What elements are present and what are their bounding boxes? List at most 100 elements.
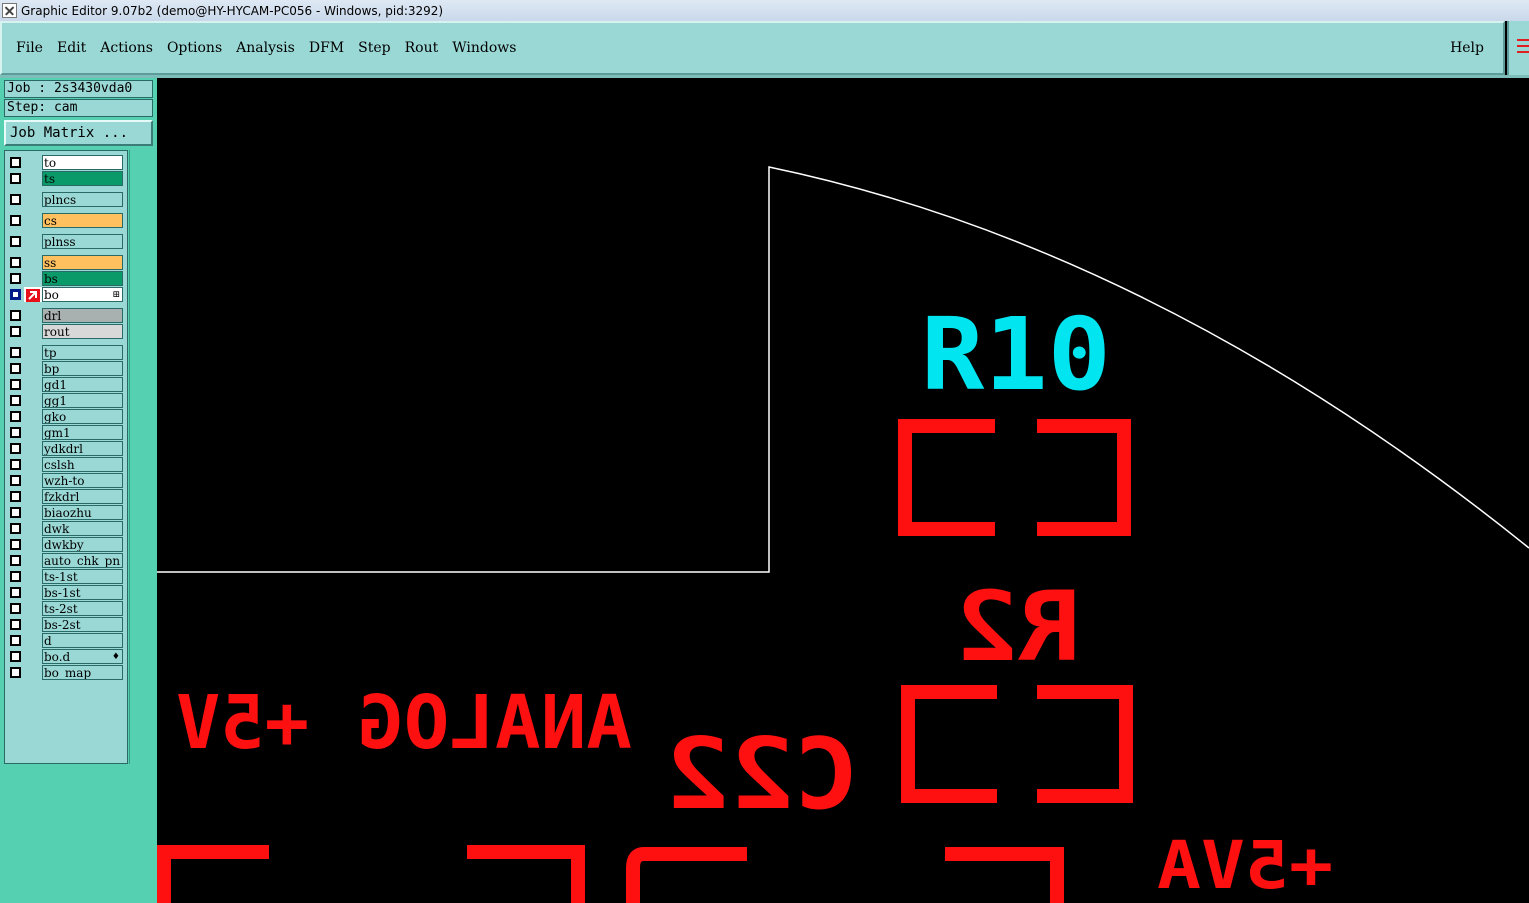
layer-name[interactable]: ts-1st — [42, 569, 123, 584]
layer-row-auto-chk-pn[interactable]: auto_chk_pn — [5, 553, 129, 568]
layer-mark[interactable] — [24, 505, 42, 520]
layer-name[interactable]: bo ⊞ — [42, 287, 123, 302]
layer-mark[interactable] — [24, 633, 42, 648]
layer-mark[interactable] — [24, 617, 42, 632]
layer-checkbox[interactable] — [10, 427, 21, 438]
layer-name[interactable]: bs-2st — [42, 617, 123, 632]
layer-mark[interactable] — [24, 308, 42, 323]
layer-mark[interactable] — [24, 665, 42, 680]
layer-name[interactable]: bp — [42, 361, 123, 376]
layer-checkbox[interactable] — [10, 257, 21, 268]
toolbar-toggle-icon[interactable] — [1507, 21, 1529, 75]
layer-row-ts[interactable]: ts — [5, 171, 129, 186]
layer-checkbox[interactable] — [10, 310, 21, 321]
layer-checkbox[interactable] — [10, 347, 21, 358]
layer-row-ts-1st[interactable]: ts-1st — [5, 569, 129, 584]
layer-row-gko[interactable]: gko — [5, 409, 129, 424]
layer-name[interactable]: gm1 — [42, 425, 123, 440]
layer-checkbox[interactable] — [10, 443, 21, 454]
layer-checkbox[interactable] — [10, 539, 21, 550]
layer-name[interactable]: drl — [42, 308, 123, 323]
layer-checkbox[interactable] — [10, 603, 21, 614]
layer-row-d[interactable]: d — [5, 633, 129, 648]
layer-row-bs[interactable]: bs — [5, 271, 129, 286]
layer-row-biaozhu[interactable]: biaozhu — [5, 505, 129, 520]
menu-windows[interactable]: Windows — [445, 40, 523, 56]
menu-rout[interactable]: Rout — [398, 40, 446, 56]
layer-checkbox[interactable] — [10, 215, 21, 226]
layer-row-gd1[interactable]: gd1 — [5, 377, 129, 392]
layer-mark[interactable] — [24, 255, 42, 270]
layer-name[interactable]: bo_map — [42, 665, 123, 680]
menu-edit[interactable]: Edit — [50, 40, 93, 56]
layer-checkbox[interactable] — [10, 459, 21, 470]
menu-step[interactable]: Step — [351, 40, 397, 56]
layer-row-gg1[interactable]: gg1 — [5, 393, 129, 408]
layer-mark[interactable] — [24, 271, 42, 286]
layer-row-wzh-to[interactable]: wzh-to — [5, 473, 129, 488]
layer-checkbox[interactable] — [10, 379, 21, 390]
pcb-view[interactable]: R10 R2 +5V ANALOG C22 +5VA — [157, 78, 1529, 903]
layer-row-plnss[interactable]: plnss — [5, 234, 129, 249]
layer-mark[interactable] — [24, 425, 42, 440]
layer-row-ydkdrl[interactable]: ydkdrl — [5, 441, 129, 456]
layer-mark[interactable] — [24, 537, 42, 552]
layer-checkbox[interactable] — [10, 571, 21, 582]
layer-name[interactable]: tp — [42, 345, 123, 360]
menu-file[interactable]: File — [2, 40, 50, 56]
layer-name[interactable]: ts-2st — [42, 601, 123, 616]
layer-list-scrollbar[interactable] — [129, 150, 153, 764]
graphic-canvas[interactable]: R10 R2 +5V ANALOG C22 +5VA — [157, 78, 1529, 903]
layer-checkbox[interactable] — [10, 491, 21, 502]
menu-dfm[interactable]: DFM — [302, 40, 351, 56]
layer-checkbox[interactable] — [10, 273, 21, 284]
layer-checkbox[interactable] — [10, 326, 21, 337]
layer-checkbox[interactable] — [10, 523, 21, 534]
layer-mark[interactable] — [24, 649, 42, 664]
layer-mark[interactable] — [24, 601, 42, 616]
menu-options[interactable]: Options — [160, 40, 229, 56]
menu-help[interactable]: Help — [1443, 40, 1491, 56]
layer-row-drl[interactable]: drl — [5, 308, 129, 323]
layer-mark[interactable] — [24, 457, 42, 472]
layer-row-ts-2st[interactable]: ts-2st — [5, 601, 129, 616]
layer-checkbox[interactable] — [10, 587, 21, 598]
layer-name[interactable]: rout — [42, 324, 123, 339]
layer-name[interactable]: dwk — [42, 521, 123, 536]
layer-name[interactable]: wzh-to — [42, 473, 123, 488]
layer-mark[interactable] — [24, 553, 42, 568]
layer-row-plncs[interactable]: plncs — [5, 192, 129, 207]
layer-name[interactable]: ss — [42, 255, 123, 270]
layer-checkbox[interactable] — [10, 236, 21, 247]
layer-name[interactable]: plnss — [42, 234, 123, 249]
layer-mark[interactable] — [24, 441, 42, 456]
work-layer-arrow-icon[interactable] — [24, 287, 42, 302]
layer-checkbox[interactable] — [10, 475, 21, 486]
layer-row-gm1[interactable]: gm1 — [5, 425, 129, 440]
layer-mark[interactable] — [24, 345, 42, 360]
layer-row-bo[interactable]: bo ⊞ — [5, 287, 129, 302]
layer-checkbox[interactable] — [10, 395, 21, 406]
layer-checkbox[interactable] — [10, 635, 21, 646]
layer-row-to[interactable]: to — [5, 155, 129, 170]
layer-mark[interactable] — [24, 361, 42, 376]
layer-mark[interactable] — [24, 171, 42, 186]
layer-name[interactable]: cslsh — [42, 457, 123, 472]
layer-checkbox[interactable] — [10, 194, 21, 205]
layer-name[interactable]: bs-1st — [42, 585, 123, 600]
layer-row-bp[interactable]: bp — [5, 361, 129, 376]
layer-checkbox[interactable] — [10, 411, 21, 422]
layer-name[interactable]: ydkdrl — [42, 441, 123, 456]
layer-name[interactable]: d — [42, 633, 123, 648]
layer-row-tp[interactable]: tp — [5, 345, 129, 360]
layer-checkbox[interactable] — [10, 651, 21, 662]
layer-row-dwkby[interactable]: dwkby — [5, 537, 129, 552]
layer-mark[interactable] — [24, 324, 42, 339]
layer-checkbox[interactable] — [10, 555, 21, 566]
layer-mark[interactable] — [24, 234, 42, 249]
layer-row-cslsh[interactable]: cslsh — [5, 457, 129, 472]
layer-name[interactable]: biaozhu — [42, 505, 123, 520]
menu-actions[interactable]: Actions — [93, 40, 160, 56]
job-matrix-button[interactable]: Job Matrix ... — [4, 120, 153, 146]
layer-mark[interactable] — [24, 213, 42, 228]
